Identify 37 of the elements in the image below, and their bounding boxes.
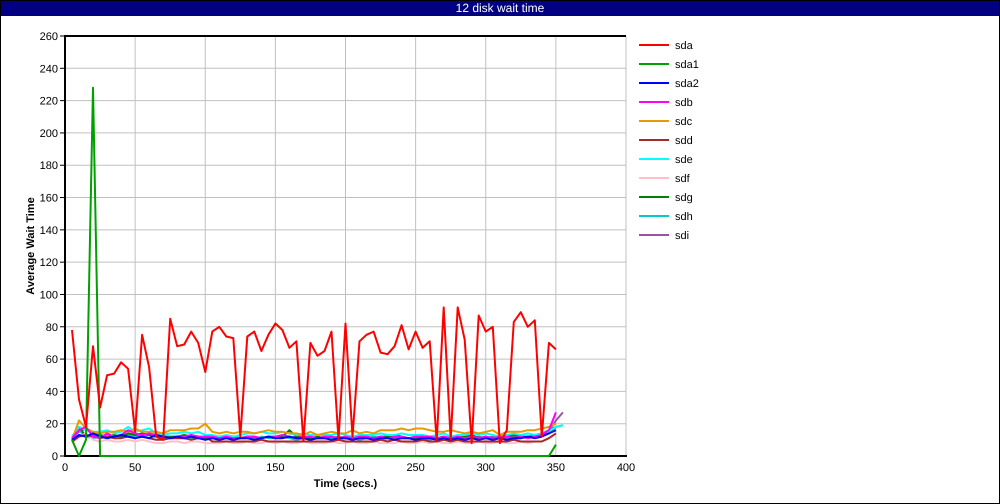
legend-label: sdc [675, 116, 692, 128]
axis-tick-label: 100 [40, 289, 58, 302]
legend-label: sdh [675, 211, 693, 223]
axis-tick-label: 0 [62, 462, 68, 474]
title-bar: 12 disk wait time [1, 1, 999, 16]
axis-tick-label: 140 [40, 224, 58, 237]
legend-label: sda1 [675, 59, 699, 71]
axis-tick-label: 220 [40, 96, 58, 108]
axis-tick-label: 260 [40, 31, 58, 43]
axis-tick-label: 80 [46, 322, 58, 334]
axis-tick-label: 20 [46, 418, 58, 431]
axis-tick-label: 200 [40, 128, 58, 140]
axis-tick-label: 240 [40, 63, 58, 76]
axis-tick-label: 120 [40, 257, 58, 270]
axis-tick-label: 100 [196, 462, 214, 474]
axis-tick-label: 40 [46, 386, 58, 398]
axis-tick-label: 50 [129, 462, 142, 474]
axis-tick-label: 200 [336, 462, 355, 474]
x-axis-title: Time (secs.) [314, 478, 378, 490]
axis-tick-label: 300 [476, 462, 495, 474]
legend-label: sda2 [675, 78, 699, 90]
axis-tick-label: 60 [46, 354, 58, 366]
axis-tick-label: 160 [40, 192, 58, 205]
axis-tick-label: 150 [266, 462, 285, 474]
axis-tick-label: 250 [406, 462, 425, 474]
axis-tick-label: 0 [52, 451, 58, 463]
legend-label: sdb [675, 97, 693, 109]
legend-label: sdg [675, 192, 693, 204]
legend-label: sdf [675, 173, 690, 185]
legend-label: sdd [675, 135, 693, 147]
legend-label: sda [675, 40, 693, 52]
axis-tick-label: 180 [40, 160, 58, 172]
legend-label: sde [675, 154, 693, 166]
axis-tick-label: 400 [616, 462, 636, 474]
y-axis-title: Average Wait Time [25, 197, 37, 295]
legend-label: sdi [675, 230, 690, 242]
axis-tick-label: 350 [546, 462, 566, 474]
